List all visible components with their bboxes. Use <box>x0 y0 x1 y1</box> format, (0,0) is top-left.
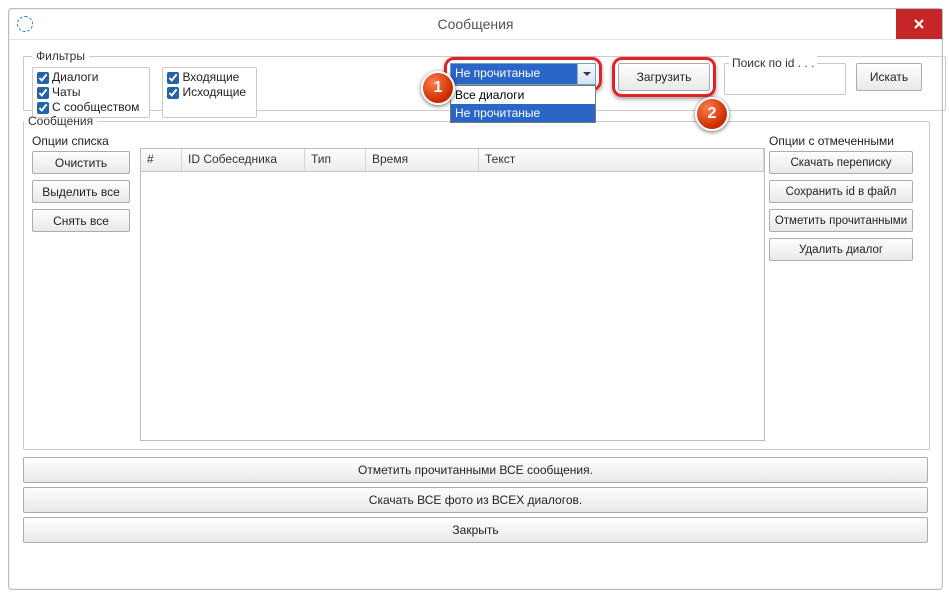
app-icon <box>17 16 33 32</box>
mark-all-read-button[interactable]: Отметить прочитанными ВСЕ сообщения. <box>23 457 928 483</box>
save-id-button[interactable]: Сохранить id в файл <box>769 180 913 203</box>
col-num[interactable]: # <box>141 149 182 171</box>
dropdown-highlight: Не прочитаные Все диалоги Не прочитаные <box>444 57 602 91</box>
messages-table[interactable]: # ID Собеседника Тип Время Текст <box>140 148 765 441</box>
chk-community[interactable]: С сообществом <box>37 100 139 115</box>
delete-dialog-button[interactable]: Удалить диалог <box>769 238 913 261</box>
filters-legend: Фильтры <box>32 49 89 63</box>
chk-chats[interactable]: Чаты <box>37 85 139 100</box>
step-badge-1: 1 <box>421 71 455 105</box>
dropdown-list: Все диалоги Не прочитаные <box>450 85 596 123</box>
selected-ops-label: Опции с отмеченными <box>769 134 921 148</box>
list-ops-label: Опции списка <box>32 134 152 148</box>
close-button[interactable]: Закрыть <box>23 517 928 543</box>
col-type[interactable]: Тип <box>305 149 366 171</box>
download-all-photos-button[interactable]: Скачать ВСЕ фото из ВСЕХ диалогов. <box>23 487 928 513</box>
close-window-button[interactable] <box>896 9 942 39</box>
chk-incoming[interactable]: Входящие <box>167 70 246 85</box>
col-id[interactable]: ID Собеседника <box>182 149 305 171</box>
load-highlight: Загрузить <box>612 57 716 97</box>
dropdown-option-all[interactable]: Все диалоги <box>451 86 595 104</box>
bottom-buttons: Отметить прочитанными ВСЕ сообщения. Ска… <box>23 457 928 543</box>
close-icon <box>914 19 924 29</box>
filter-dropdown[interactable]: Не прочитаные Все диалоги Не прочитаные <box>450 63 596 85</box>
window-title: Сообщения <box>438 16 514 32</box>
dropdown-selected: Не прочитаные <box>451 64 578 84</box>
chk-outgoing[interactable]: Исходящие <box>167 85 246 100</box>
chk-dialogs[interactable]: Диалоги <box>37 70 139 85</box>
col-text[interactable]: Текст <box>479 149 764 171</box>
search-button[interactable]: Искать <box>856 63 922 91</box>
selected-ops: Опции с отмеченными Скачать переписку Со… <box>769 134 921 267</box>
titlebar: Сообщения <box>9 9 942 40</box>
filters-col-types: Диалоги Чаты С сообществом <box>32 67 150 118</box>
messages-legend: Сообщения <box>24 114 97 128</box>
deselect-all-button[interactable]: Снять все <box>32 209 130 232</box>
col-time[interactable]: Время <box>366 149 479 171</box>
search-legend: Поиск по id . . . <box>729 56 817 70</box>
clear-button[interactable]: Очистить <box>32 151 130 174</box>
load-button[interactable]: Загрузить <box>618 63 710 91</box>
filters-fieldset: Фильтры Диалоги Чаты С сообществом Входя… <box>23 49 946 111</box>
download-conversation-button[interactable]: Скачать переписку <box>769 151 913 174</box>
dropdown-option-unread[interactable]: Не прочитаные <box>451 104 595 122</box>
step-badge-2: 2 <box>695 97 729 131</box>
filters-col-direction: Входящие Исходящие <box>162 67 257 118</box>
table-header: # ID Собеседника Тип Время Текст <box>141 149 764 172</box>
chevron-down-icon <box>577 64 595 84</box>
select-all-button[interactable]: Выделить все <box>32 180 130 203</box>
list-ops: Опции списка Очистить Выделить все Снять… <box>32 134 152 238</box>
search-by-id-group: Поиск по id . . . <box>724 63 846 95</box>
messages-fieldset: Сообщения Опции списка Очистить Выделить… <box>23 114 930 450</box>
mark-read-button[interactable]: Отметить прочитанными <box>769 209 913 232</box>
